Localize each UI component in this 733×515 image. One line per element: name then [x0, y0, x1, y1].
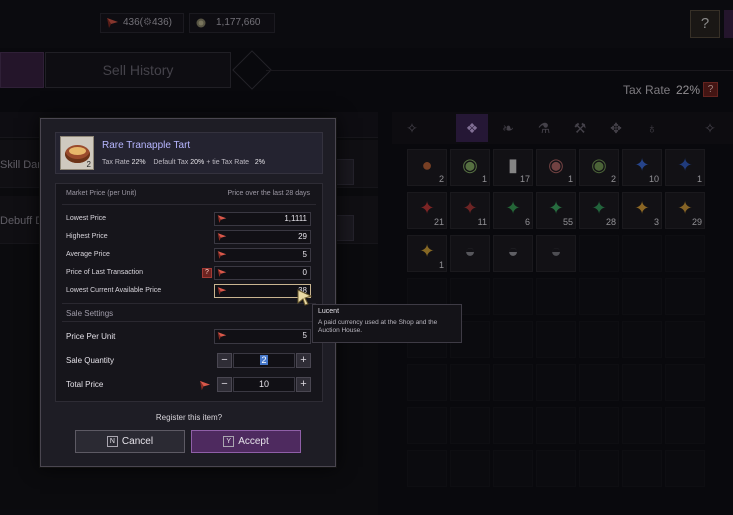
price-panel: Market Price (per Unit) Price over the l…: [55, 183, 323, 402]
lucent-icon: [217, 269, 227, 277]
item-quantity: 2: [86, 160, 91, 169]
decrease-total-button[interactable]: −: [217, 377, 232, 392]
lowest-current-label: Lowest Current Available Price: [66, 287, 162, 294]
lucent-tooltip: Lucent A paid currency used at the Shop …: [312, 304, 462, 343]
tart-icon: 2: [60, 136, 94, 170]
lucent-icon: [217, 251, 227, 259]
item-header: 2 Rare Tranapple Tart Tax Rate 22% Defau…: [55, 132, 323, 174]
sale-quantity-input[interactable]: 2: [233, 353, 295, 368]
tax-value: 22%: [131, 159, 146, 166]
lucent-icon[interactable]: [217, 286, 227, 296]
sale-quantity-label: Sale Quantity: [66, 356, 115, 365]
default-tax-label: Default Tax: [153, 159, 189, 166]
accept-label: Accept: [238, 436, 269, 447]
lucent-icon: [199, 380, 211, 391]
tax-label: Tax Rate: [102, 159, 130, 166]
average-price-value: 5: [302, 250, 307, 259]
lowest-price-field: 1,1111: [214, 212, 311, 226]
accept-button[interactable]: Y Accept: [191, 430, 301, 453]
tie-tax-label: + tie Tax Rate: [206, 159, 250, 166]
lowest-price-value: 1,1111: [284, 214, 307, 223]
highest-price-value: 29: [298, 232, 307, 241]
average-price-label: Average Price: [66, 251, 110, 258]
price-per-unit-input[interactable]: 5: [214, 329, 311, 344]
divider: [62, 321, 316, 322]
highest-price-label: Highest Price: [66, 233, 108, 240]
last-transaction-help-button[interactable]: ?: [202, 268, 212, 278]
sale-quantity-value: 2: [260, 355, 268, 365]
cancel-label: Cancel: [121, 436, 154, 447]
mouse-cursor-icon: [297, 289, 313, 306]
average-price-field: 5: [214, 248, 311, 262]
cancel-hotkey: N: [106, 436, 118, 447]
lucent-icon: [217, 215, 227, 223]
total-price-stepper: − 10 +: [217, 377, 311, 392]
item-name: Rare Tranapple Tart: [102, 140, 191, 151]
lowest-price-label: Lowest Price: [66, 215, 107, 222]
lucent-icon: [217, 233, 227, 241]
price-per-unit-value: 5: [302, 331, 307, 340]
tie-tax-value: 2%: [254, 159, 266, 166]
market-price-period: Price over the last 28 days: [227, 190, 311, 197]
increase-total-button[interactable]: +: [296, 377, 311, 392]
tooltip-description: A paid currency used at the Shop and the…: [318, 319, 438, 334]
default-tax-value: 20%: [190, 159, 205, 166]
sale-settings-title: Sale Settings: [66, 309, 114, 318]
last-transaction-field: 0: [214, 266, 311, 280]
sale-quantity-stepper: − 2 +: [217, 353, 311, 368]
tooltip-title: Lucent: [318, 308, 340, 315]
divider: [62, 204, 316, 205]
increase-quantity-button[interactable]: +: [296, 353, 311, 368]
total-price-input[interactable]: 10: [233, 377, 295, 392]
last-transaction-value: 0: [302, 268, 307, 277]
item-tax-info: Tax Rate 22% Default Tax 20% + tie Tax R…: [102, 159, 265, 166]
register-question: Register this item?: [155, 413, 223, 422]
divider: [62, 303, 316, 304]
highest-price-field: 29: [214, 230, 311, 244]
accept-hotkey: Y: [223, 436, 235, 447]
decrease-quantity-button[interactable]: −: [217, 353, 232, 368]
price-per-unit-label: Price Per Unit: [66, 332, 116, 341]
register-item-dialog: 2 Rare Tranapple Tart Tax Rate 22% Defau…: [40, 118, 336, 467]
last-transaction-label: Price of Last Transaction: [66, 269, 144, 276]
cancel-button[interactable]: N Cancel: [75, 430, 185, 453]
market-price-header: Market Price (per Unit): [66, 190, 137, 197]
total-price-value: 10: [258, 379, 269, 389]
lucent-icon: [217, 332, 227, 340]
total-price-label: Total Price: [66, 380, 104, 389]
